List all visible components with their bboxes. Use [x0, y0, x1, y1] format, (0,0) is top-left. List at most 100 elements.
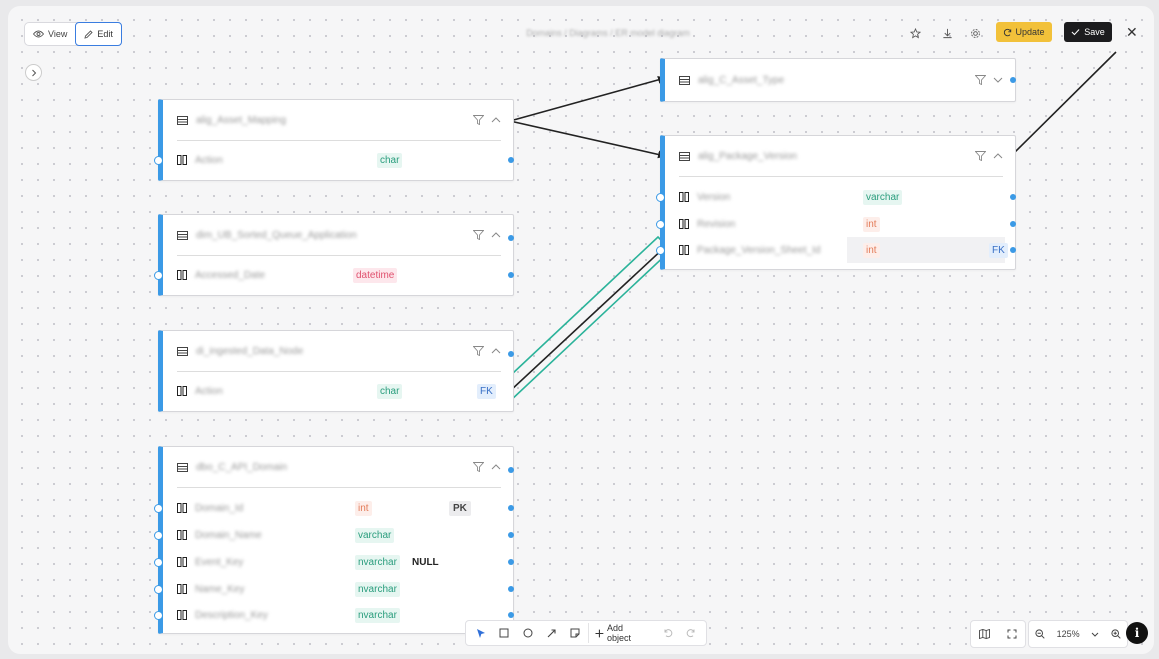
filter-icon[interactable] — [975, 75, 986, 85]
connector-handle[interactable] — [508, 559, 514, 565]
column-name: Version — [697, 191, 731, 203]
link-asset-mapping-to-package-version[interactable] — [509, 120, 666, 159]
update-button[interactable]: Update — [996, 22, 1052, 42]
table-card[interactable]: dbo_C_API_Domain Domain_Id int PK Domain… — [154, 446, 514, 634]
table-card[interactable]: di_ingested_Data_Node Action char FK — [158, 330, 514, 412]
chevron-down-icon[interactable] — [1091, 632, 1099, 637]
table-header[interactable]: di_ingested_Data_Node — [177, 331, 501, 372]
canvas-frame[interactable]: View Edit Domains / Diagrams / ER model … — [8, 6, 1154, 654]
column-type: int — [355, 500, 372, 516]
fit-view-icon[interactable] — [1007, 629, 1017, 639]
settings-icon[interactable] — [968, 26, 982, 40]
view-mode-button[interactable]: View — [25, 23, 75, 45]
table-card[interactable]: alig_Package_Version Version varchar Rev… — [656, 135, 1016, 270]
sidebar-toggle[interactable] — [25, 64, 42, 81]
connector-handle[interactable] — [508, 532, 514, 538]
connector-handle[interactable] — [508, 612, 514, 618]
edit-mode-button[interactable]: Edit — [75, 22, 122, 46]
column-icon — [679, 219, 689, 229]
connector-handle[interactable] — [508, 235, 514, 241]
table-header[interactable]: alig_Asset_Mapping — [177, 100, 501, 141]
chevron-up-icon[interactable] — [491, 348, 501, 354]
filter-icon[interactable] — [473, 115, 484, 125]
save-label: Save — [1084, 27, 1105, 37]
arrow-icon[interactable] — [541, 623, 563, 643]
column-row[interactable]: Revision int — [679, 211, 1005, 237]
connector-handle[interactable] — [154, 156, 163, 165]
rectangle-icon[interactable] — [494, 623, 516, 643]
zoom-out-icon[interactable] — [1035, 629, 1045, 639]
connector-handle[interactable] — [154, 585, 163, 594]
chevron-up-icon[interactable] — [491, 464, 501, 470]
filter-icon[interactable] — [473, 346, 484, 356]
connector-handle[interactable] — [508, 586, 514, 592]
connector-handle[interactable] — [1010, 247, 1016, 253]
chevron-down-icon[interactable] — [993, 77, 1003, 83]
pointer-icon[interactable] — [470, 623, 492, 643]
connector-handle[interactable] — [154, 558, 163, 567]
download-icon[interactable] — [940, 26, 954, 40]
connector-handle[interactable] — [154, 271, 163, 280]
table-name: alig_C_Asset_Type — [698, 74, 785, 86]
column-row[interactable]: Version varchar — [679, 184, 1005, 210]
connector-handle[interactable] — [154, 611, 163, 620]
star-icon[interactable] — [908, 26, 922, 40]
map-controls — [970, 620, 1026, 648]
minimap-icon[interactable] — [979, 629, 991, 639]
link-top-right-to-package-version[interactable] — [1010, 51, 1117, 157]
connector-handle[interactable] — [508, 272, 514, 278]
table-header[interactable]: dbo_C_API_Domain — [177, 447, 501, 488]
circle-icon[interactable] — [517, 623, 539, 643]
connector-handle[interactable] — [508, 157, 514, 163]
chevron-up-icon[interactable] — [993, 153, 1003, 159]
connector-handle[interactable] — [1010, 77, 1016, 83]
selected-fk-link[interactable] — [494, 235, 673, 404]
column-row-selected[interactable]: Package_Version_Sheet_Id int FK — [679, 237, 1008, 263]
drawing-toolbar: Add object — [465, 620, 707, 646]
redo-icon[interactable] — [680, 623, 702, 643]
chevron-up-icon[interactable] — [491, 232, 501, 238]
table-header[interactable]: alig_C_Asset_Type — [679, 59, 1003, 101]
zoom-level[interactable]: 125% — [1057, 629, 1080, 639]
connector-handle[interactable] — [656, 220, 665, 229]
column-row[interactable]: Domain_Name varchar — [177, 522, 503, 548]
connector-handle[interactable] — [1010, 194, 1016, 200]
add-object-button[interactable]: Add object — [588, 623, 655, 643]
table-card[interactable]: alig_C_Asset_Type — [660, 58, 1016, 102]
connector-handle[interactable] — [154, 531, 163, 540]
table-header[interactable]: dim_UB_Sorted_Queue_Application — [177, 215, 501, 256]
column-row[interactable]: Description_Key nvarchar — [177, 602, 503, 628]
filter-icon[interactable] — [975, 151, 986, 161]
breadcrumb[interactable]: Domains / Diagrams / ER model diagram — [488, 28, 728, 38]
table-header[interactable]: alig_Package_Version — [679, 136, 1003, 177]
chevron-up-icon[interactable] — [491, 117, 501, 123]
connector-handle[interactable] — [656, 193, 665, 202]
column-name: Accessed_Date — [195, 269, 266, 281]
connector-handle[interactable] — [508, 467, 514, 473]
connector-handle[interactable] — [656, 246, 665, 255]
connector-handle[interactable] — [508, 505, 514, 511]
column-row[interactable]: Name_Key nvarchar — [177, 576, 503, 602]
column-row[interactable]: Action char FK — [177, 378, 503, 404]
link-asset-mapping-to-asset-type[interactable] — [509, 76, 666, 122]
pencil-icon — [84, 29, 93, 39]
column-icon — [177, 530, 187, 540]
column-row[interactable]: Event_Key nvarchar NULL — [177, 549, 503, 575]
save-button[interactable]: Save — [1064, 22, 1112, 42]
column-row[interactable]: Accessed_Date datetime — [177, 262, 503, 288]
table-card[interactable]: dim_UB_Sorted_Queue_Application Accessed… — [154, 214, 514, 296]
filter-icon[interactable] — [473, 462, 484, 472]
sticky-note-icon[interactable] — [565, 623, 587, 643]
connector-handle[interactable] — [154, 504, 163, 513]
connector-handle[interactable] — [508, 351, 514, 357]
zoom-in-icon[interactable] — [1111, 629, 1121, 639]
info-icon[interactable]: i — [1126, 622, 1148, 644]
connector-handle[interactable] — [1010, 221, 1016, 227]
edit-label: Edit — [97, 29, 113, 39]
filter-icon[interactable] — [473, 230, 484, 240]
undo-icon[interactable] — [657, 623, 679, 643]
column-row[interactable]: Action char — [177, 147, 503, 173]
column-row[interactable]: Domain_Id int PK — [177, 495, 503, 521]
close-icon[interactable]: ✕ — [1126, 24, 1138, 41]
table-card[interactable]: alig_Asset_Mapping Action char — [154, 99, 514, 181]
